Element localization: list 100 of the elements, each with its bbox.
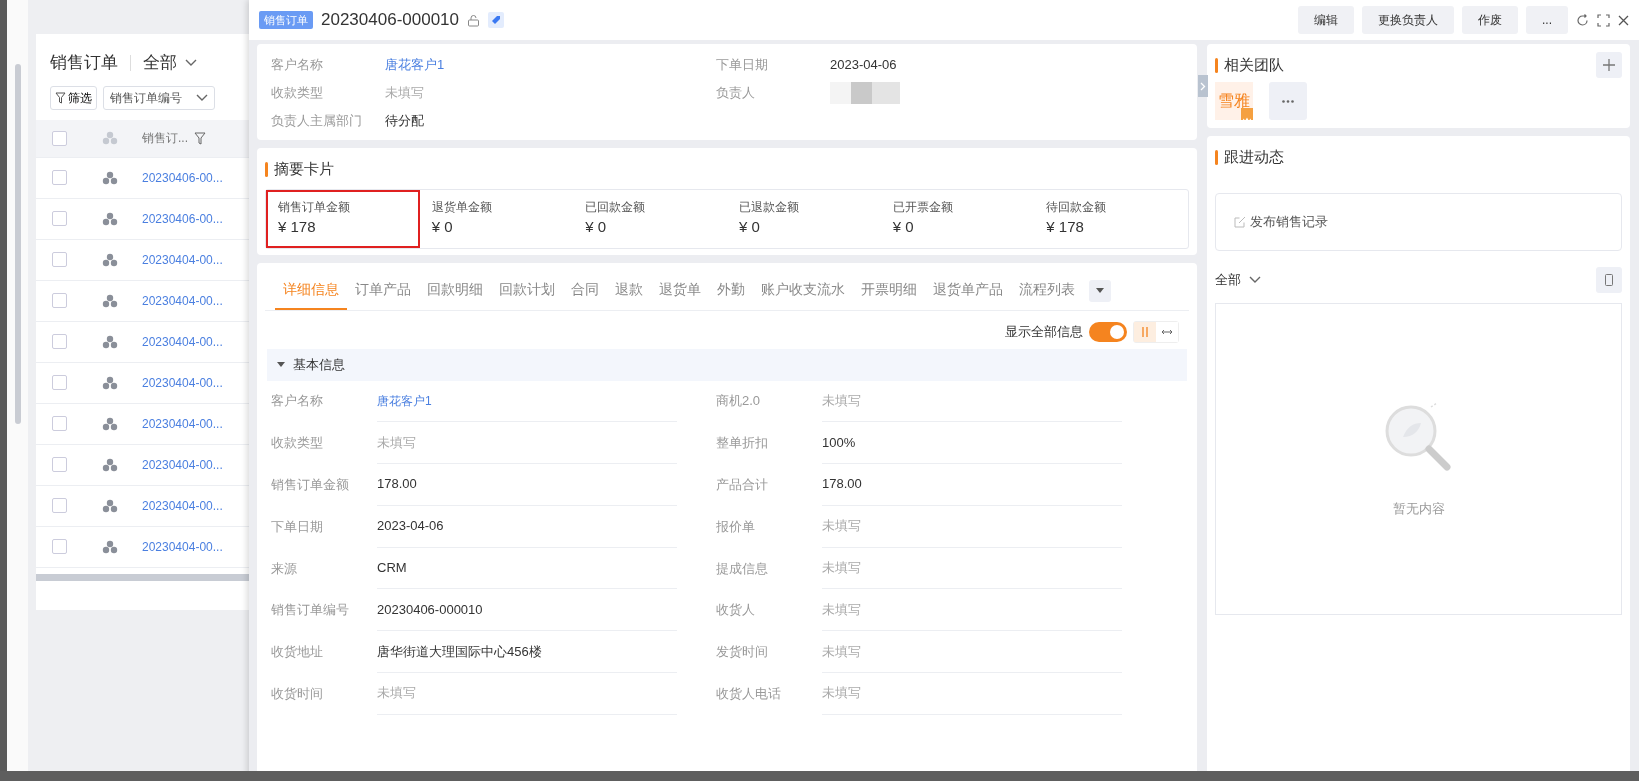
lock-icon[interactable]	[467, 13, 481, 27]
add-button[interactable]	[1596, 52, 1622, 78]
close-icon[interactable]	[1618, 14, 1629, 26]
row-checkbox[interactable]	[51, 293, 67, 308]
select-all-checkbox[interactable]	[51, 130, 67, 146]
more-button[interactable]	[1269, 82, 1307, 120]
cluster-icon	[102, 252, 118, 267]
column-header[interactable]: 销售订...	[142, 129, 188, 147]
row-checkbox[interactable]	[51, 539, 67, 554]
order-link[interactable]: 20230404-00...	[142, 414, 223, 433]
collapse-handle[interactable]	[1198, 75, 1208, 97]
order-link[interactable]: 20230404-00...	[142, 537, 223, 556]
row-checkbox[interactable]	[51, 498, 67, 513]
order-link[interactable]: 20230404-00...	[142, 250, 223, 269]
customer-link[interactable]: 唐花客户1	[385, 54, 445, 76]
metric-label: 已退款金额	[739, 198, 800, 216]
tab[interactable]: 退货单产品	[925, 271, 1011, 310]
row-checkbox[interactable]	[51, 211, 67, 226]
search-field-select[interactable]: 销售订单编号	[103, 85, 215, 110]
field-value: 2023-04-06	[377, 505, 677, 548]
tab[interactable]: 退货单	[651, 271, 709, 310]
row-checkbox[interactable]	[51, 170, 67, 185]
phone-icon	[1605, 273, 1613, 286]
row-checkbox[interactable]	[51, 334, 67, 349]
chevron-down-icon	[185, 58, 197, 67]
cluster-icon	[102, 416, 118, 431]
order-link[interactable]: 20230404-00...	[142, 332, 223, 351]
tab[interactable]: 外勤	[709, 271, 753, 310]
void-button[interactable]: 作废	[1462, 6, 1518, 34]
order-link[interactable]: 20230404-00...	[142, 455, 223, 474]
tag-icon[interactable]	[488, 12, 505, 28]
refresh-icon[interactable]	[1576, 13, 1589, 27]
tab[interactable]: 退款	[607, 271, 651, 310]
section-title: 跟进动态	[1224, 147, 1284, 167]
edit-button[interactable]: 编辑	[1298, 6, 1354, 34]
chevron-right-icon	[1200, 81, 1206, 91]
row-checkbox[interactable]	[51, 252, 67, 267]
field-value: 未填写	[377, 673, 677, 715]
plus-icon	[1602, 58, 1616, 72]
metric-label: 退货单金额	[431, 198, 493, 216]
order-link[interactable]: 20230406-00...	[142, 168, 223, 187]
more-button[interactable]: ...	[1526, 6, 1568, 34]
field-value: 178.00	[377, 464, 677, 506]
edit-icon	[1234, 215, 1246, 228]
change-owner-button[interactable]: 更换负责人	[1362, 6, 1454, 34]
tab[interactable]: 合同	[563, 271, 607, 310]
field-value: 178.00	[822, 464, 1122, 506]
row-checkbox[interactable]	[51, 416, 67, 431]
row-checkbox[interactable]	[51, 375, 67, 390]
cluster-icon	[102, 375, 118, 390]
row-checkbox[interactable]	[51, 457, 67, 472]
empty-text: 暂无内容	[1392, 499, 1445, 518]
metric-label: 销售订单金额	[278, 198, 351, 216]
columns-view-button[interactable]	[1134, 322, 1156, 342]
tab[interactable]: 回款计划	[491, 271, 563, 310]
field-label: 收货时间	[271, 684, 324, 703]
cluster-icon	[102, 498, 118, 513]
customer-link[interactable]: 唐花客户1	[377, 380, 677, 423]
dots-icon	[1282, 99, 1294, 103]
field-value: CRM	[377, 547, 677, 590]
tab[interactable]: 开票明细	[853, 271, 925, 310]
tab[interactable]: 流程列表	[1011, 271, 1083, 310]
metric-value: ¥ 0	[431, 216, 454, 237]
two-bars-icon	[1141, 327, 1149, 337]
scrollbar[interactable]	[14, 64, 21, 424]
field-label: 产品合计	[716, 476, 769, 494]
order-link[interactable]: 20230404-00...	[142, 291, 223, 310]
order-link[interactable]: 20230404-00...	[142, 373, 223, 392]
post-record-button[interactable]: 发布销售记录	[1215, 192, 1622, 251]
filter-button[interactable]: 筛选	[50, 85, 97, 110]
double-arrow-icon	[1161, 328, 1173, 336]
chevron-down-icon	[196, 93, 208, 102]
cluster-icon	[102, 293, 118, 308]
field-label: 下单日期	[271, 517, 324, 536]
cluster-icon	[102, 170, 118, 185]
metric-value: ¥ 0	[892, 216, 915, 237]
funnel-icon[interactable]	[194, 131, 206, 145]
tab[interactable]: 回款明细	[419, 271, 491, 310]
tab[interactable]: 详细信息	[275, 271, 347, 310]
tab[interactable]: 账户收支流水	[753, 271, 853, 310]
order-link[interactable]: 20230404-00...	[142, 496, 223, 515]
more-tabs-button[interactable]	[1089, 279, 1111, 302]
field-label: 负责人主属部门	[271, 112, 363, 130]
field-value: 唐华街道大理国际中心456楼	[377, 631, 677, 674]
view-dropdown[interactable]: 全部	[143, 50, 197, 76]
section-header[interactable]: 基本信息	[267, 349, 1187, 381]
cluster-icon	[102, 539, 118, 554]
tab[interactable]: 订单产品	[347, 271, 419, 310]
field-label: 报价单	[716, 517, 756, 536]
filter-dropdown[interactable]: 全部	[1215, 269, 1261, 290]
phone-button[interactable]	[1596, 266, 1622, 293]
accent-bar	[1215, 57, 1218, 73]
field-label: 收款类型	[271, 84, 324, 102]
record-title: 20230406-000010	[321, 9, 460, 32]
horizontal-scrollbar[interactable]	[36, 573, 249, 581]
order-link[interactable]: 20230406-00...	[142, 209, 223, 228]
toggle-label: 显示全部信息	[1005, 323, 1083, 342]
field-value: 未填写	[822, 589, 1122, 632]
fullscreen-icon[interactable]	[1597, 13, 1610, 27]
toggle-switch[interactable]	[1089, 322, 1127, 342]
